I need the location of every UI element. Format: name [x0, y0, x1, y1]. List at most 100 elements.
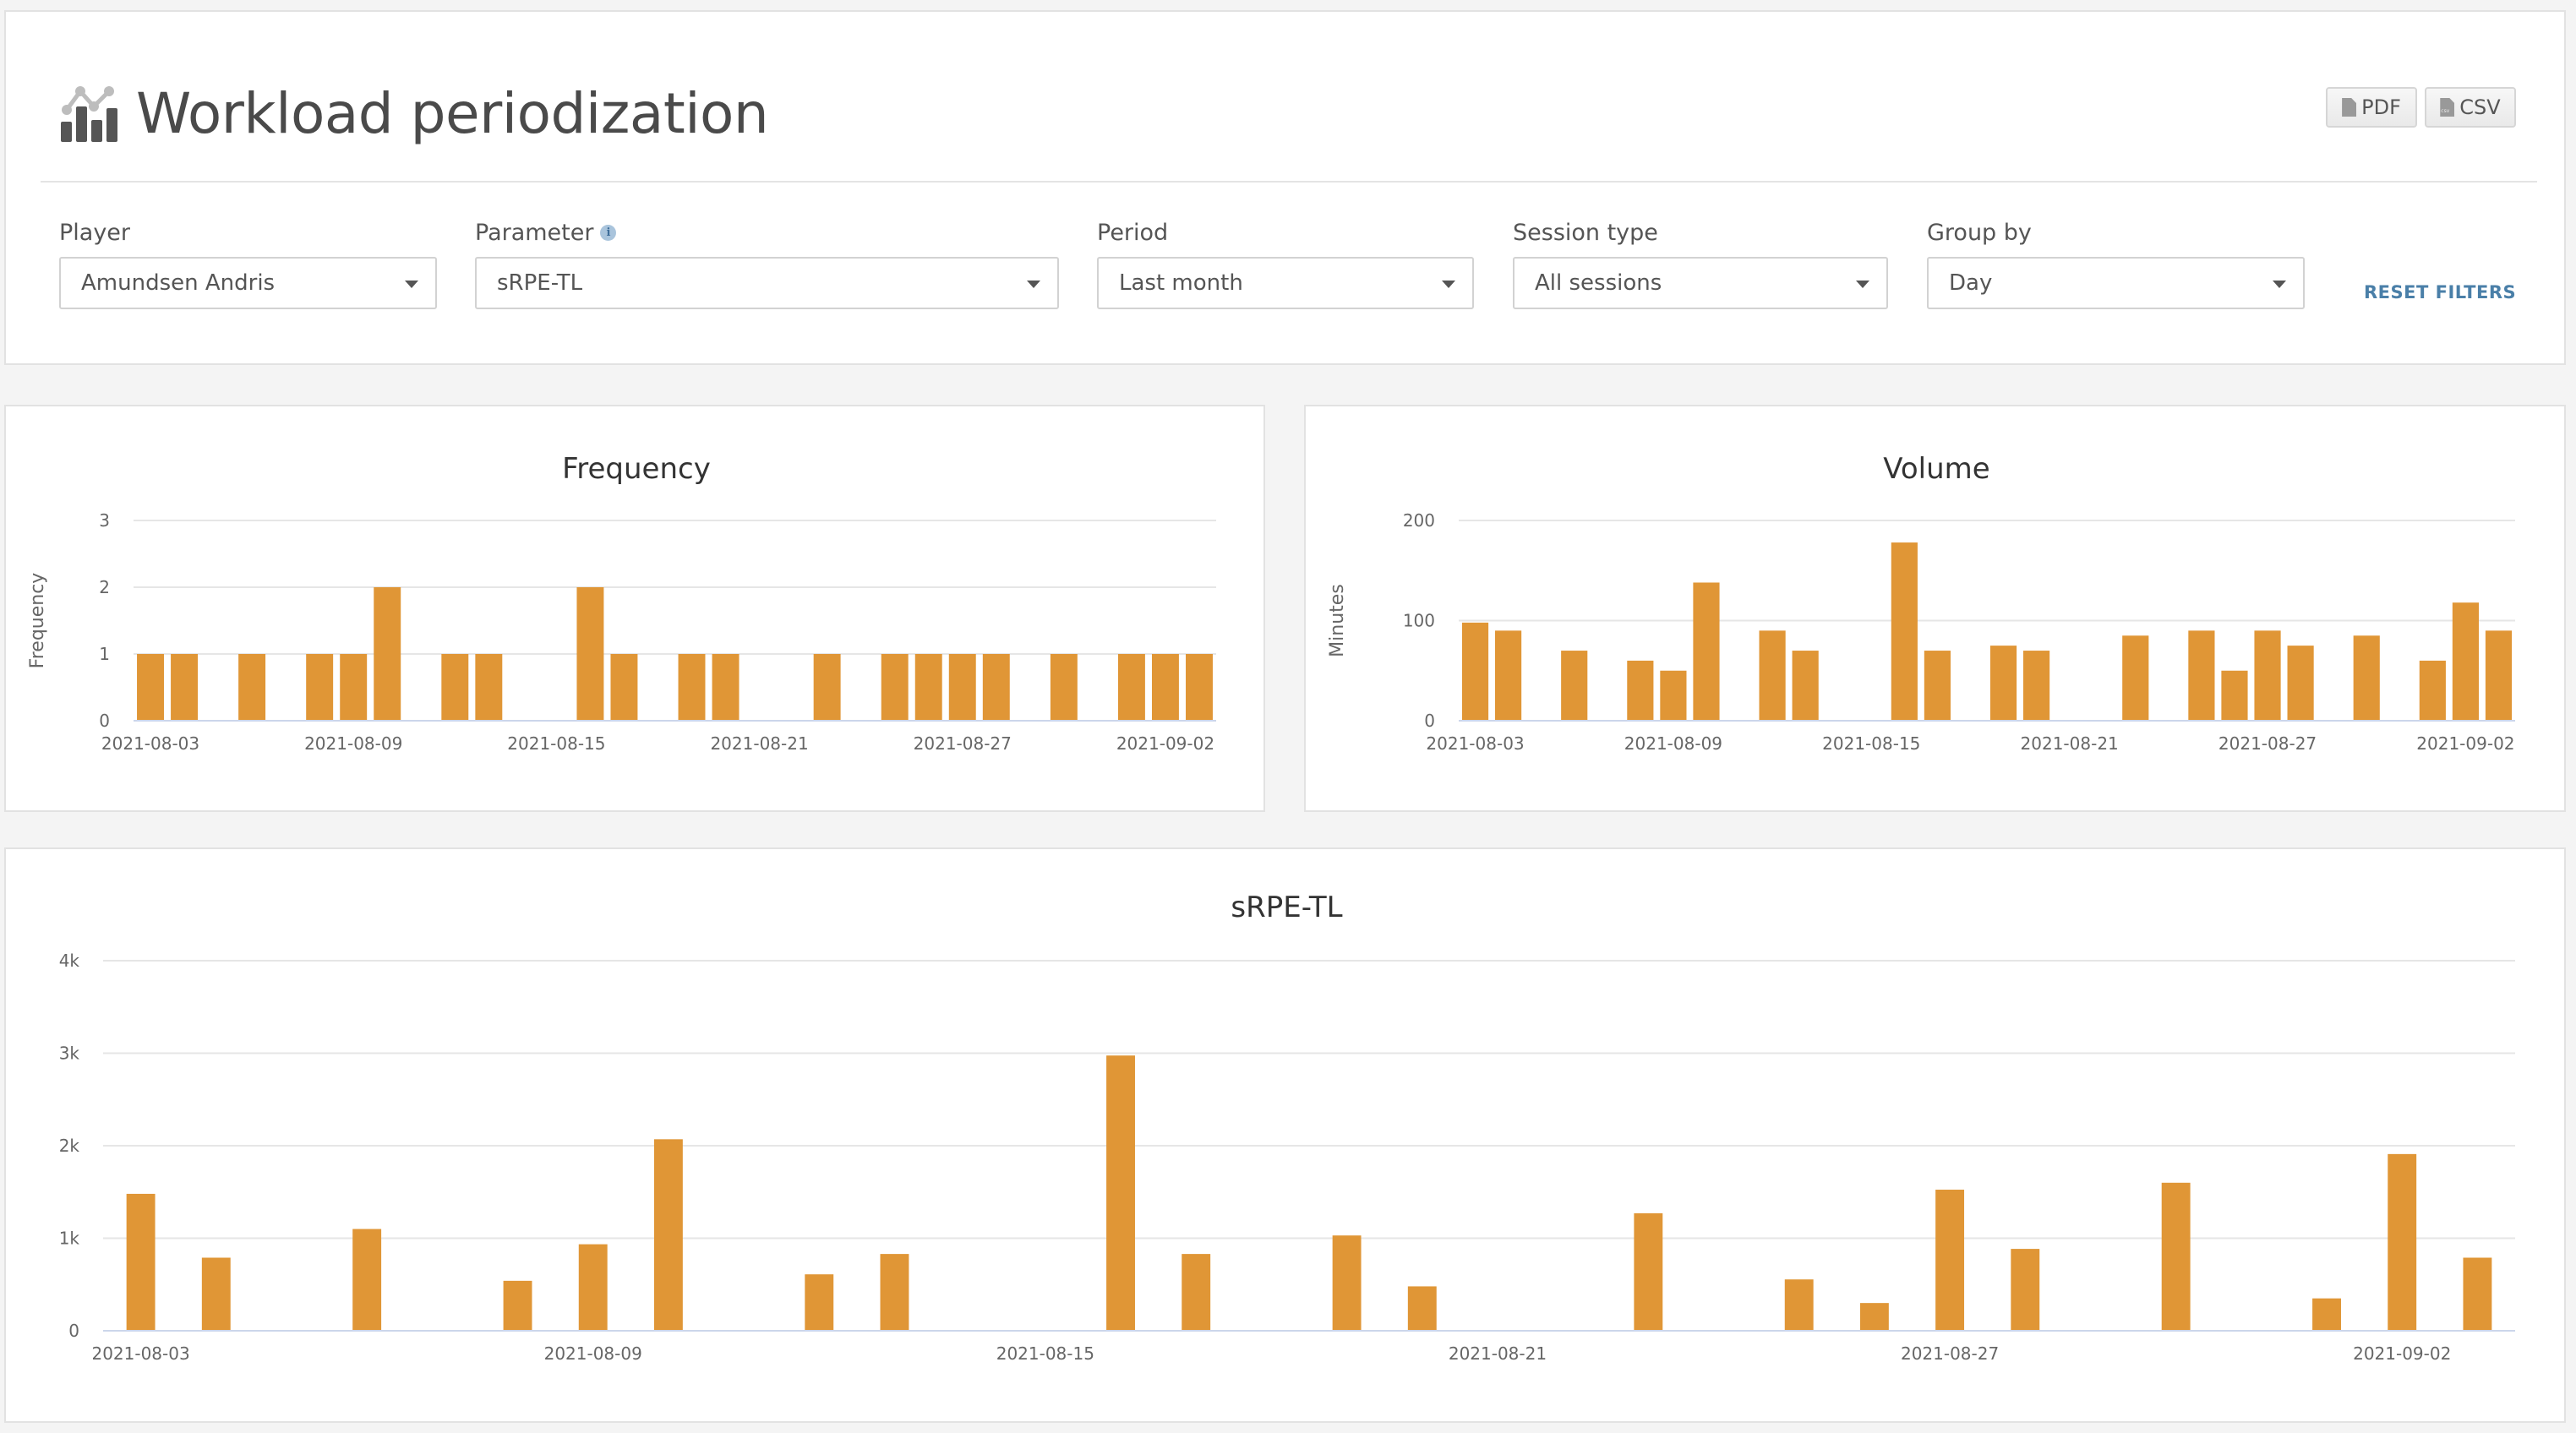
bar[interactable]: [578, 1244, 608, 1330]
y-tick-label: 2k: [59, 1136, 80, 1156]
bar[interactable]: [2312, 1298, 2341, 1330]
bar[interactable]: [374, 587, 401, 720]
bar[interactable]: [982, 654, 1010, 720]
y-axis-label: Frequency: [27, 573, 48, 669]
bar[interactable]: [1784, 1279, 1814, 1330]
bar[interactable]: [653, 1139, 683, 1330]
bar[interactable]: [712, 654, 740, 720]
session-type-select[interactable]: All sessions: [1513, 257, 1888, 309]
bar[interactable]: [1660, 670, 1687, 720]
bar[interactable]: [2023, 651, 2050, 720]
period-select[interactable]: Last month: [1097, 257, 1474, 309]
x-tick-label: 2021-08-09: [544, 1343, 642, 1364]
bar[interactable]: [1561, 651, 1588, 720]
bar[interactable]: [1935, 1190, 1965, 1330]
bar[interactable]: [2221, 670, 2248, 720]
chevron-down-icon: [1027, 281, 1040, 288]
bar[interactable]: [2188, 630, 2215, 720]
bar[interactable]: [352, 1229, 382, 1330]
bar[interactable]: [914, 654, 942, 720]
y-tick-label: 1: [99, 644, 110, 664]
player-label: Player: [59, 219, 131, 246]
bar[interactable]: [1924, 651, 1951, 720]
bar[interactable]: [306, 654, 334, 720]
player-select-value: Amundsen Andris: [81, 270, 276, 296]
parameter-select-value: sRPE-TL: [497, 270, 583, 296]
bar[interactable]: [238, 654, 266, 720]
info-icon[interactable]: i: [600, 224, 617, 241]
bar[interactable]: [201, 1257, 231, 1330]
bar[interactable]: [610, 654, 638, 720]
y-tick-label: 3k: [59, 1043, 80, 1064]
y-tick-label: 2: [99, 577, 110, 597]
bar[interactable]: [441, 654, 469, 720]
bar[interactable]: [2011, 1249, 2040, 1330]
bar[interactable]: [2463, 1257, 2492, 1330]
bar[interactable]: [2419, 660, 2446, 720]
y-axis-label: Minutes: [1327, 584, 1348, 657]
y-tick-label: 0: [99, 711, 110, 731]
group-by-select[interactable]: Day: [1927, 257, 2305, 309]
bar[interactable]: [126, 1193, 156, 1330]
bar[interactable]: [2388, 1153, 2417, 1330]
bar[interactable]: [1627, 660, 1654, 720]
x-tick-label: 2021-08-15: [1822, 733, 1920, 754]
filters-panel: Workload periodization PDF csv CSV Playe…: [4, 10, 2566, 365]
chevron-down-icon: [1442, 281, 1455, 288]
bar[interactable]: [340, 654, 368, 720]
bar[interactable]: [137, 654, 164, 720]
x-tick-label: 2021-09-02: [1116, 733, 1214, 754]
bar[interactable]: [1050, 654, 1078, 720]
bar[interactable]: [1117, 654, 1145, 720]
parameter-filter: Parameter i sRPE-TL: [475, 216, 1059, 309]
bar[interactable]: [1186, 654, 1213, 720]
bar[interactable]: [503, 1280, 532, 1330]
bar[interactable]: [1891, 542, 1918, 720]
bar[interactable]: [1859, 1303, 1889, 1330]
x-tick-label: 2021-08-21: [2021, 733, 2119, 754]
bar[interactable]: [1332, 1235, 1362, 1330]
bar[interactable]: [2254, 630, 2281, 720]
bar[interactable]: [2161, 1182, 2191, 1330]
group-by-label: Group by: [1927, 219, 2032, 246]
y-tick-label: 1k: [59, 1229, 80, 1249]
bar[interactable]: [576, 587, 604, 720]
bar[interactable]: [813, 654, 841, 720]
session-type-select-value: All sessions: [1535, 270, 1662, 296]
bar[interactable]: [1407, 1286, 1437, 1330]
bar[interactable]: [1106, 1055, 1135, 1330]
bar[interactable]: [2353, 635, 2380, 720]
export-pdf-button[interactable]: PDF: [2326, 87, 2417, 128]
bar[interactable]: [1989, 646, 2017, 720]
bar[interactable]: [171, 654, 199, 720]
bar[interactable]: [880, 1254, 909, 1330]
bar[interactable]: [2122, 635, 2149, 720]
bar[interactable]: [1792, 651, 1819, 720]
bar[interactable]: [2485, 630, 2513, 720]
bar[interactable]: [1693, 582, 1720, 720]
bar[interactable]: [1182, 1254, 1211, 1330]
x-tick-label: 2021-09-02: [2353, 1343, 2451, 1364]
player-select[interactable]: Amundsen Andris: [59, 257, 437, 309]
x-tick-label: 2021-08-27: [914, 733, 1012, 754]
bar[interactable]: [1495, 630, 1522, 720]
bar[interactable]: [2287, 646, 2314, 720]
parameter-select[interactable]: sRPE-TL: [475, 257, 1059, 309]
bar[interactable]: [1759, 630, 1786, 720]
bar[interactable]: [881, 654, 909, 720]
bar[interactable]: [948, 654, 976, 720]
bar[interactable]: [1634, 1212, 1663, 1330]
bar[interactable]: [475, 654, 503, 720]
bar[interactable]: [805, 1274, 834, 1330]
reset-filters-button[interactable]: RESET FILTERS: [2364, 267, 2516, 318]
bar[interactable]: [678, 654, 706, 720]
export-csv-button[interactable]: csv CSV: [2425, 87, 2516, 128]
bar[interactable]: [2452, 602, 2479, 720]
bar[interactable]: [1151, 654, 1179, 720]
srpe-chart-panel: sRPE-TL 0 1k 2k 3k 4k 2021-08-03 2021-08-09 2021…: [4, 847, 2566, 1423]
parameter-label: Parameter: [475, 219, 594, 246]
bar[interactable]: [1461, 622, 1489, 720]
period-select-value: Last month: [1119, 270, 1243, 296]
session-type-filter: Session type All sessions: [1513, 216, 1888, 309]
y-tick-label: 0: [68, 1321, 79, 1341]
